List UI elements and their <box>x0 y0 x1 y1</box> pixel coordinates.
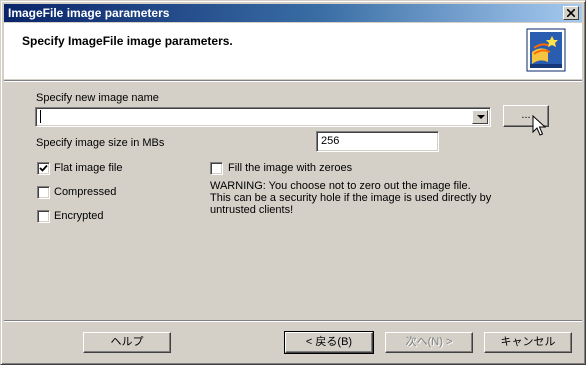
window-title: ImageFile image parameters <box>8 6 170 20</box>
image-name-combobox[interactable] <box>35 107 491 127</box>
encrypted-label[interactable]: Encrypted <box>54 210 104 222</box>
dialog-window: ImageFile image parameters Specify Image… <box>0 0 586 365</box>
image-name-label: Specify new image name <box>36 92 159 104</box>
wizard-header: Specify ImageFile image parameters. <box>4 23 582 79</box>
footer-divider <box>4 320 582 322</box>
flat-image-checkbox[interactable] <box>37 162 50 175</box>
security-warning: WARNING: You choose not to zero out the … <box>210 180 540 216</box>
back-button[interactable]: < 戻る(B) <box>284 331 374 354</box>
wizard-book-icon <box>526 28 566 72</box>
header-divider <box>4 80 582 82</box>
title-bar[interactable]: ImageFile image parameters <box>4 4 582 22</box>
fill-zeroes-checkbox[interactable] <box>210 162 223 175</box>
flat-image-label[interactable]: Flat image file <box>54 162 122 174</box>
compressed-label[interactable]: Compressed <box>54 186 116 198</box>
image-size-label: Specify image size in MBs <box>36 137 165 149</box>
mouse-pointer-icon <box>532 115 546 136</box>
header-title: Specify ImageFile image parameters. <box>22 34 233 48</box>
compressed-checkbox[interactable] <box>37 186 50 199</box>
combobox-dropdown-button[interactable] <box>472 110 488 124</box>
warning-line: This can be a security hole if the image… <box>210 192 492 204</box>
next-button[interactable]: 次へ(N) > <box>385 332 473 353</box>
image-size-input[interactable]: 256 <box>316 131 439 152</box>
text-caret <box>40 110 41 123</box>
help-button[interactable]: ヘルプ <box>83 332 171 353</box>
cancel-button[interactable]: キャンセル <box>484 332 572 353</box>
warning-line: untrusted clients! <box>210 204 294 216</box>
chevron-down-icon <box>477 115 485 119</box>
close-icon <box>567 9 575 17</box>
checkmark-icon <box>39 164 48 172</box>
image-size-value: 256 <box>321 135 340 147</box>
encrypted-checkbox[interactable] <box>37 210 50 223</box>
close-button[interactable] <box>563 6 579 20</box>
fill-zeroes-label[interactable]: Fill the image with zeroes <box>228 162 352 174</box>
warning-line: WARNING: You choose not to zero out the … <box>210 180 471 192</box>
